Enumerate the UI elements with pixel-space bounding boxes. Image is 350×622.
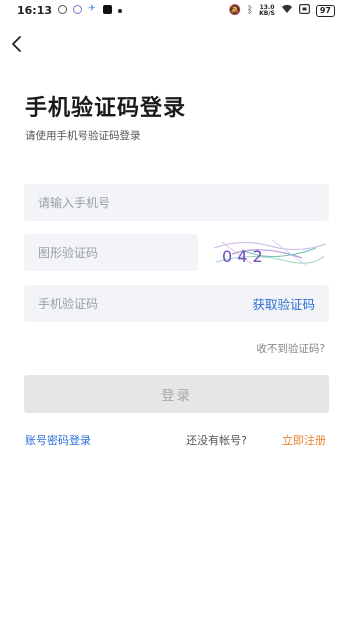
bluetooth-icon: ᛒ: [247, 5, 254, 16]
login-screen: 16:13 ✈ 🔕 ᛒ 13.0 KB/S 97 手机验证码登录 请使用手机号验…: [0, 0, 350, 622]
mute-icon: 🔕: [228, 5, 242, 16]
sms-code-input[interactable]: 手机验证码 获取验证码: [24, 285, 329, 322]
phone-placeholder: 请输入手机号: [38, 196, 111, 210]
circle-icon: [58, 5, 67, 14]
network-speed-unit: KB/S: [259, 10, 275, 17]
no-code-link[interactable]: 收不到验证码?: [256, 341, 325, 356]
wifi-icon: [281, 4, 293, 18]
no-account-text: 还没有帐号?: [186, 434, 247, 447]
login-button[interactable]: 登录: [24, 375, 329, 413]
captcha-input[interactable]: 图形验证码: [24, 234, 198, 271]
ring-icon: [73, 5, 82, 14]
dot-icon: [118, 8, 122, 13]
password-login-link[interactable]: 账号密码登录: [25, 432, 91, 448]
screen-icon: [298, 4, 310, 18]
get-code-button[interactable]: 获取验证码: [252, 294, 315, 313]
register-link[interactable]: 立即注册: [282, 432, 326, 448]
bird-icon: ✈: [88, 4, 96, 14]
status-bar: 16:13 ✈ 🔕 ᛒ 13.0 KB/S 97: [0, 0, 350, 22]
page-title: 手机验证码登录: [25, 96, 187, 121]
captcha-placeholder: 图形验证码: [38, 246, 99, 260]
status-time: 16:13: [17, 4, 53, 17]
back-button[interactable]: [8, 34, 26, 54]
captcha-image[interactable]: 0 4 2: [212, 234, 328, 271]
sms-placeholder: 手机验证码: [38, 297, 99, 311]
phone-input[interactable]: 请输入手机号: [24, 184, 329, 221]
battery-indicator: 97: [315, 5, 335, 17]
system-icons: 🔕 ᛒ 13.0 KB/S 97: [229, 4, 335, 18]
page-subtitle: 请使用手机号验证码登录: [25, 130, 141, 142]
notification-icons: ✈: [58, 5, 122, 14]
chevron-left-icon: [12, 36, 21, 52]
captcha-text: 0 4 2: [222, 247, 263, 266]
tiktok-icon: [103, 5, 112, 14]
network-speed: 13.0 KB/S: [259, 5, 275, 17]
